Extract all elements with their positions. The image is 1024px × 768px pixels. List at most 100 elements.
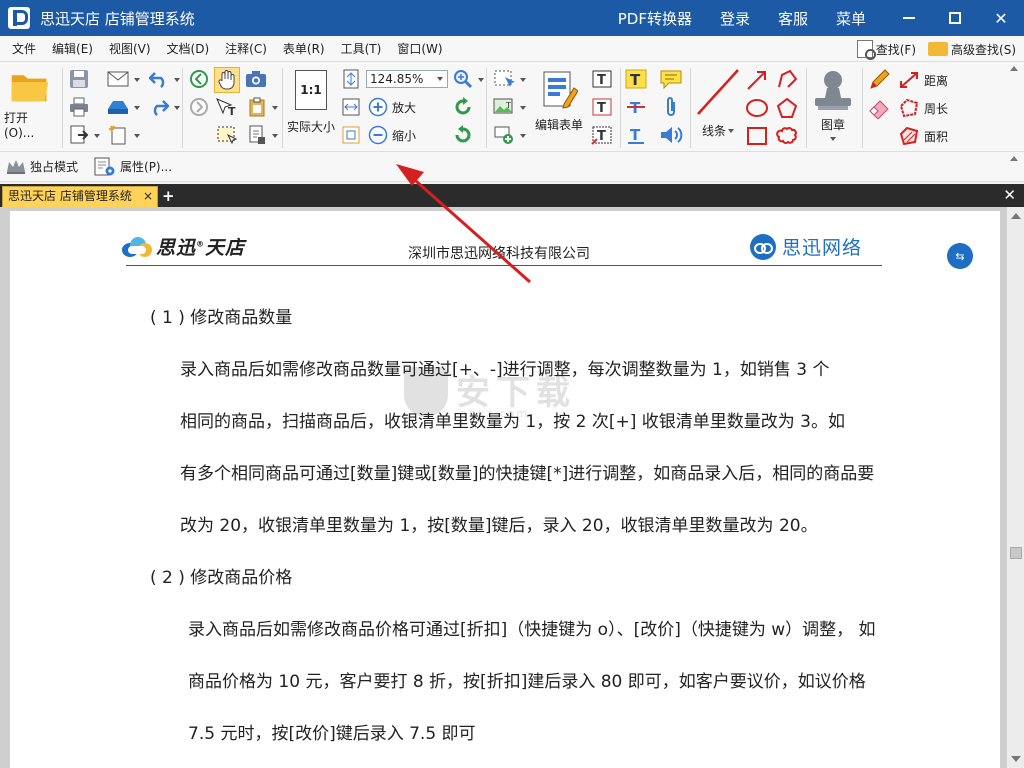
add-form-dropdown-icon[interactable] [520, 134, 526, 138]
menu-edit[interactable]: 编辑(E) [44, 40, 101, 57]
email-dropdown-icon[interactable] [134, 78, 140, 82]
print-button[interactable] [68, 96, 90, 118]
distance-button[interactable]: 距离 [898, 68, 958, 92]
snapshot-button[interactable] [244, 68, 268, 90]
scan-button[interactable] [106, 96, 130, 118]
redo-dropdown-icon[interactable] [174, 106, 180, 110]
toolbar-collapse-icon[interactable] [1010, 66, 1018, 71]
fit-page-button[interactable] [340, 68, 362, 90]
export-dropdown-icon[interactable] [94, 134, 100, 138]
scroll-thumb[interactable] [1010, 547, 1022, 559]
tab-document[interactable]: 思迅天店 店铺管理系统 × [2, 186, 158, 207]
new-document-button[interactable] [106, 124, 130, 146]
form-field-dropdown-icon[interactable] [520, 78, 526, 82]
menu-document[interactable]: 文档(D) [159, 40, 218, 57]
strikeout-text-button[interactable]: T [624, 96, 648, 118]
menu-tools[interactable]: 工具(T) [333, 40, 390, 57]
minimize-button[interactable] [886, 0, 932, 36]
underline-text-button[interactable]: T [624, 124, 648, 146]
close-button[interactable]: ✕ [978, 0, 1024, 36]
paragraph-line: 录入商品后如需修改商品价格可通过[折扣]（快捷键为 o）、[改价]（快捷键为 w… [188, 620, 876, 640]
highlight-text-button[interactable]: T [624, 68, 648, 90]
open-button[interactable]: 打开(O)... [4, 70, 56, 140]
hand-tool-button[interactable] [214, 67, 240, 93]
image-tool-dropdown-icon[interactable] [520, 106, 526, 110]
support-link[interactable]: 客服 [778, 8, 808, 29]
paste-dropdown-icon[interactable] [272, 106, 278, 110]
close-all-tabs-icon[interactable]: ✕ [1003, 186, 1016, 204]
select-area-button[interactable] [214, 124, 240, 146]
svg-text:T: T [597, 129, 606, 144]
perimeter-button[interactable]: 周长 [898, 96, 958, 120]
note-button[interactable] [658, 68, 684, 90]
zoom-out-button[interactable]: 缩小 [368, 124, 422, 146]
new-document-dropdown-icon[interactable] [134, 134, 140, 138]
toolbar2-collapse-icon[interactable] [1010, 156, 1018, 161]
menu-window[interactable]: 窗口(W) [389, 40, 450, 57]
edit-form-button[interactable]: 编辑表单 [532, 70, 586, 140]
separator [282, 68, 283, 148]
scan-dropdown-icon[interactable] [134, 106, 140, 110]
select-text-button[interactable]: T [214, 96, 240, 118]
rotate-left-button[interactable] [452, 96, 474, 118]
email-button[interactable] [106, 68, 130, 90]
image-tool-button[interactable]: T [492, 96, 516, 118]
document-view[interactable]: 思迅®天店 深圳市思迅网络科技有限公司 思迅网络 ⇆ 安下载 anxz.com … [0, 207, 1024, 768]
callout-button[interactable]: T [590, 124, 614, 146]
advanced-find-button[interactable]: 高级查找(S) [928, 41, 1016, 58]
vertical-scrollbar[interactable] [1006, 207, 1024, 768]
attach-file-button[interactable] [658, 96, 684, 118]
previous-view-button[interactable] [188, 68, 210, 90]
eraser-button[interactable] [866, 96, 892, 120]
scroll-down-icon[interactable] [1011, 756, 1021, 762]
next-view-button[interactable] [188, 96, 210, 118]
lines-button[interactable]: 线条 [694, 68, 742, 140]
menu-form[interactable]: 表单(R) [275, 40, 333, 57]
rotate-right-button[interactable] [452, 124, 474, 146]
stamp-button[interactable]: 图章 [810, 68, 856, 148]
fit-visible-button[interactable] [340, 124, 362, 146]
zoom-select[interactable]: 124.85% [366, 70, 448, 88]
typewriter-button[interactable]: T [590, 68, 614, 90]
new-tab-icon[interactable]: + [162, 187, 175, 205]
rectangle-tool-button[interactable] [744, 124, 770, 148]
undo-button[interactable] [148, 68, 170, 90]
form-field-button[interactable] [492, 68, 516, 90]
login-link[interactable]: 登录 [720, 8, 750, 29]
actual-size-button[interactable]: 1:1 实际大小 [286, 70, 336, 140]
area-button[interactable]: 面积 [898, 124, 958, 148]
magnifier-dropdown-icon[interactable] [478, 78, 484, 82]
zoom-out-icon [368, 125, 388, 145]
attachment-doc-button[interactable] [246, 124, 268, 146]
exclusive-mode-button[interactable]: 独占模式 [6, 158, 78, 175]
floating-convert-button[interactable]: ⇆ [947, 243, 973, 269]
paste-button[interactable] [246, 96, 268, 118]
tab-close-icon[interactable]: × [143, 187, 153, 206]
menu-comment[interactable]: 注释(C) [217, 40, 275, 57]
fit-width-button[interactable] [340, 96, 362, 118]
pencil-button[interactable] [866, 68, 892, 92]
properties-button[interactable]: 属性(P)... [94, 157, 172, 177]
ellipse-tool-button[interactable] [744, 96, 770, 120]
arrow-tool-button[interactable] [744, 68, 770, 92]
document-tool-dropdown-icon[interactable] [272, 134, 278, 138]
add-form-button[interactable] [492, 124, 516, 146]
magnifier-button[interactable] [452, 68, 474, 90]
export-button[interactable] [68, 124, 90, 146]
sound-button[interactable] [658, 124, 684, 146]
find-button[interactable]: 查找(F) [856, 40, 916, 60]
polygon-tool-button[interactable] [774, 96, 800, 120]
undo-dropdown-icon[interactable] [174, 78, 180, 82]
cloud-tool-button[interactable] [774, 124, 800, 148]
textbox-button[interactable]: T [590, 96, 614, 118]
maximize-button[interactable] [932, 0, 978, 36]
pdf-converter-link[interactable]: PDF转换器 [618, 8, 692, 29]
zoom-in-button[interactable]: 放大 [368, 96, 422, 118]
menu-view[interactable]: 视图(V) [101, 40, 159, 57]
save-button[interactable] [68, 68, 90, 90]
polygon-line-tool-button[interactable] [774, 68, 800, 92]
menu-link[interactable]: 菜单 [836, 8, 866, 29]
redo-button[interactable] [148, 96, 170, 118]
scroll-up-icon[interactable] [1011, 213, 1021, 219]
menu-file[interactable]: 文件 [4, 40, 44, 57]
